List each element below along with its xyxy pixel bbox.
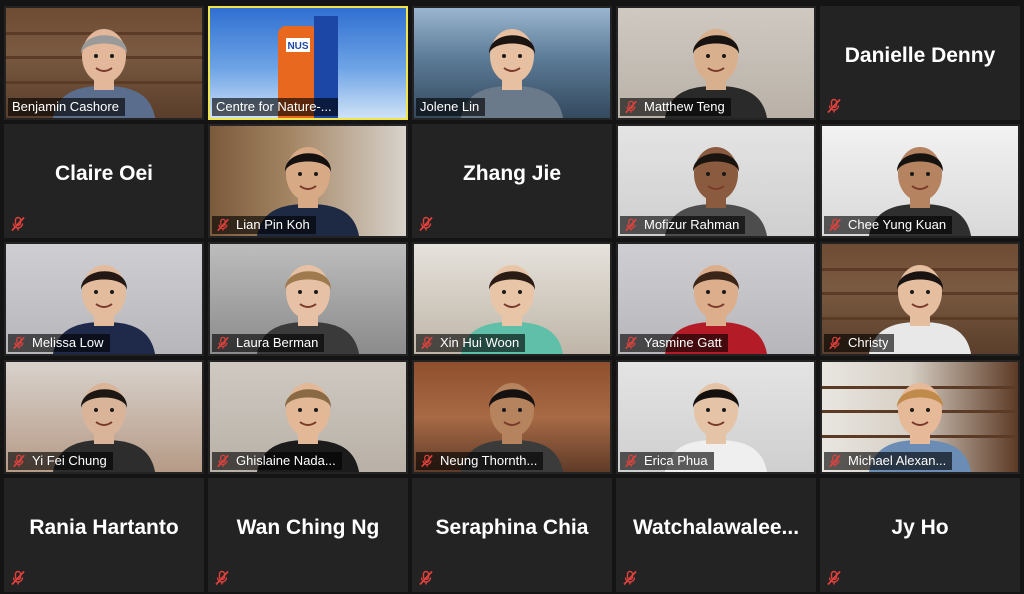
participant-tile-danielle-denny[interactable]: Danielle Denny (820, 6, 1020, 120)
microphone-muted-icon (418, 216, 434, 232)
participant-tile-matthew-teng[interactable]: Matthew Teng (616, 6, 816, 120)
participant-tile-lian-pin-koh[interactable]: Lian Pin Koh (208, 124, 408, 238)
participant-name: Matthew Teng (644, 99, 725, 114)
participant-name-label: Neung Thornth... (416, 452, 544, 470)
participant-name: Yi Fei Chung (32, 453, 107, 468)
participant-name-label: Yi Fei Chung (8, 452, 113, 470)
participant-name: Jolene Lin (420, 99, 480, 114)
participant-tile-centre-for-nature-based-climate-solutions[interactable]: NUS Centre for Nature-... (208, 6, 408, 120)
participant-name: Michael Alexan... (848, 453, 947, 468)
participant-name: Mofizur Rahman (644, 217, 740, 232)
participant-name-label: Centre for Nature-... (212, 98, 338, 116)
microphone-muted-icon (12, 336, 26, 350)
participant-tile-laura-berman[interactable]: Laura Berman (208, 242, 408, 356)
microphone-muted-icon (828, 454, 842, 468)
participant-tile-rania-hartanto[interactable]: Rania Hartanto (4, 478, 204, 592)
participant-tile-seraphina-chia[interactable]: Seraphina Chia (412, 478, 612, 592)
microphone-muted-icon (10, 216, 26, 232)
participant-name-label: Chee Yung Kuan (824, 216, 953, 234)
participant-tile-mofizur-rahman[interactable]: Mofizur Rahman (616, 124, 816, 238)
microphone-muted-icon (624, 100, 638, 114)
participant-tile-watchalawalee[interactable]: Watchalawalee... (616, 478, 816, 592)
participant-name: Benjamin Cashore (12, 99, 119, 114)
svg-text:NUS: NUS (287, 41, 308, 52)
microphone-muted-icon (216, 454, 230, 468)
participant-tile-claire-oei[interactable]: Claire Oei (4, 124, 204, 238)
microphone-muted-icon (216, 336, 230, 350)
participant-name: Ghislaine Nada... (236, 453, 336, 468)
microphone-muted-icon (420, 336, 434, 350)
participant-name-label: Michael Alexan... (824, 452, 953, 470)
participant-tile-chee-yung-kuan[interactable]: Chee Yung Kuan (820, 124, 1020, 238)
participant-name-label: Jolene Lin (416, 98, 486, 116)
microphone-muted-icon (828, 218, 842, 232)
participant-display-name: Watchalawalee... (632, 516, 800, 539)
participant-name-label: Mofizur Rahman (620, 216, 746, 234)
participant-display-name: Wan Ching Ng (236, 516, 380, 539)
microphone-muted-icon (828, 336, 842, 350)
participant-tile-michael-alexander[interactable]: Michael Alexan... (820, 360, 1020, 474)
microphone-muted-icon (826, 98, 842, 114)
participant-name-label: Ghislaine Nada... (212, 452, 342, 470)
participant-name-label: Christy (824, 334, 895, 352)
microphone-muted-icon (420, 454, 434, 468)
participant-tile-yi-fei-chung[interactable]: Yi Fei Chung (4, 360, 204, 474)
participant-name: Melissa Low (32, 335, 104, 350)
participant-name-label: Yasmine Gatt (620, 334, 728, 352)
participant-display-name: Jy Ho (891, 516, 949, 539)
participant-tile-ghislaine-nadaud[interactable]: Ghislaine Nada... (208, 360, 408, 474)
participant-name: Erica Phua (644, 453, 708, 468)
participant-name-label: Erica Phua (620, 452, 714, 470)
participant-name: Laura Berman (236, 335, 319, 350)
participant-name-label: Benjamin Cashore (8, 98, 125, 116)
participant-tile-jy-ho[interactable]: Jy Ho (820, 478, 1020, 592)
participant-name: Neung Thornth... (440, 453, 538, 468)
participant-name-label: Lian Pin Koh (212, 216, 316, 234)
participant-tile-yasmine-gatt[interactable]: Yasmine Gatt (616, 242, 816, 356)
participant-name: Xin Hui Woon (440, 335, 520, 350)
participant-name: Yasmine Gatt (644, 335, 722, 350)
participant-tile-neung-thornthep[interactable]: Neung Thornth... (412, 360, 612, 474)
microphone-muted-icon (622, 570, 638, 586)
microphone-muted-icon (10, 570, 26, 586)
participant-name-label: Laura Berman (212, 334, 325, 352)
participant-tile-benjamin-cashore[interactable]: Benjamin Cashore (4, 6, 204, 120)
participant-name: Chee Yung Kuan (848, 217, 947, 232)
participant-display-name: Claire Oei (54, 162, 154, 185)
microphone-muted-icon (214, 570, 230, 586)
participant-tile-christy[interactable]: Christy (820, 242, 1020, 356)
participant-tile-jolene-lin[interactable]: Jolene Lin (412, 6, 612, 120)
participant-name-label: Melissa Low (8, 334, 110, 352)
participant-name: Christy (848, 335, 889, 350)
participant-tile-zhang-jie[interactable]: Zhang Jie (412, 124, 612, 238)
participant-tile-melissa-low[interactable]: Melissa Low (4, 242, 204, 356)
participant-display-name: Zhang Jie (462, 162, 562, 185)
participant-tile-wan-ching-ng[interactable]: Wan Ching Ng (208, 478, 408, 592)
microphone-muted-icon (418, 570, 434, 586)
microphone-muted-icon (624, 218, 638, 232)
participant-name: Lian Pin Koh (236, 217, 310, 232)
participant-name-label: Matthew Teng (620, 98, 731, 116)
participant-tile-erica-phua[interactable]: Erica Phua (616, 360, 816, 474)
microphone-muted-icon (12, 454, 26, 468)
microphone-muted-icon (216, 218, 230, 232)
participant-display-name: Danielle Denny (844, 44, 996, 67)
microphone-muted-icon (624, 336, 638, 350)
participant-tile-xin-hui-woon[interactable]: Xin Hui Woon (412, 242, 612, 356)
participant-name-label: Xin Hui Woon (416, 334, 526, 352)
video-gallery-grid: Benjamin Cashore NUS Centre for Nature-...… (4, 6, 1020, 592)
participant-display-name: Rania Hartanto (29, 516, 179, 539)
microphone-muted-icon (624, 454, 638, 468)
participant-name: Centre for Nature-... (216, 99, 332, 114)
participant-display-name: Seraphina Chia (435, 516, 589, 539)
microphone-muted-icon (826, 570, 842, 586)
